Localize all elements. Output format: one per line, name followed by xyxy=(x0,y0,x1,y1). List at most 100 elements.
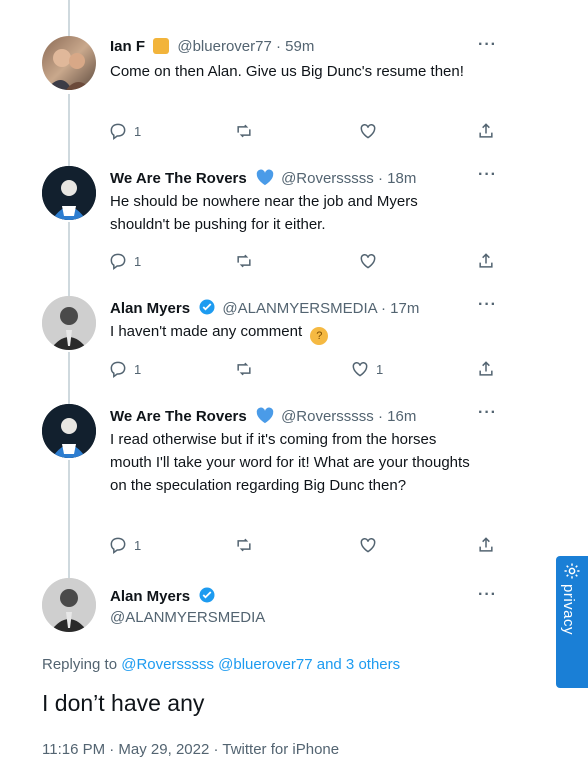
timestamp[interactable]: · 16m xyxy=(378,408,416,425)
rovers-crest-icon xyxy=(42,166,96,220)
tweet-actions: 1 xyxy=(108,120,498,142)
retweet-button[interactable] xyxy=(234,534,254,556)
more-icon[interactable]: ··· xyxy=(478,586,497,604)
timestamp[interactable]: · 17m xyxy=(381,300,419,317)
tweet-text-wrap: I haven't made any comment ? xyxy=(110,320,480,345)
avatar[interactable] xyxy=(42,404,96,458)
retweet-button[interactable] xyxy=(234,358,254,380)
display-name[interactable]: Alan Myers xyxy=(110,588,190,605)
handle[interactable]: @ALANMYERSMEDIA xyxy=(110,609,265,626)
handle[interactable]: @Roversssss xyxy=(281,170,374,187)
tweet-text: I read otherwise but if it's coming from… xyxy=(110,431,470,494)
replying-to-links[interactable]: @Roversssss @bluerover77 and 3 others xyxy=(121,656,400,673)
share-icon xyxy=(479,361,493,376)
tweet-header: We Are The Rovers @Roversssss · 16m xyxy=(110,406,416,425)
alan-myers-photo-icon xyxy=(42,296,96,350)
heart-icon xyxy=(352,361,368,377)
share-button[interactable] xyxy=(476,358,496,380)
main-tweet-text: I don’t have any xyxy=(42,690,205,716)
twitter-thread: Ian F @bluerover77 · 59m ··· Come on the… xyxy=(0,0,588,768)
rovers-crest-icon xyxy=(42,404,96,458)
tweet-header: We Are The Rovers @Roversssss · 18m xyxy=(110,168,416,187)
heart-icon xyxy=(360,253,376,269)
share-button[interactable] xyxy=(476,534,496,556)
share-button[interactable] xyxy=(476,120,496,142)
share-icon xyxy=(479,123,493,138)
emoji-badge-icon xyxy=(153,38,170,54)
like-button[interactable] xyxy=(358,120,378,142)
handle[interactable]: @Roversssss xyxy=(281,408,374,425)
tweet-actions: 1 xyxy=(108,250,498,272)
share-button[interactable] xyxy=(476,250,496,272)
reply-count: 1 xyxy=(134,123,142,139)
avatar-photo-icon xyxy=(46,49,92,90)
retweet-button[interactable] xyxy=(234,250,254,272)
thinking-face-icon: ? xyxy=(310,327,329,345)
avatar[interactable] xyxy=(42,36,96,90)
retweet-icon xyxy=(237,362,251,376)
handle[interactable]: @bluerover77 xyxy=(177,38,271,55)
share-icon xyxy=(479,537,493,552)
avatar[interactable] xyxy=(42,296,96,350)
gear-icon xyxy=(564,563,580,579)
handle[interactable]: @ALANMYERSMEDIA xyxy=(222,300,376,317)
privacy-button[interactable]: privacy xyxy=(556,556,588,688)
retweet-icon xyxy=(237,538,251,552)
avatar[interactable] xyxy=(42,578,96,632)
display-name[interactable]: We Are The Rovers xyxy=(110,170,247,187)
thread-line xyxy=(68,0,70,38)
tweet-text: He should be nowhere near the job and My… xyxy=(110,193,418,233)
share-icon xyxy=(479,253,493,268)
reply-icon xyxy=(110,253,126,270)
more-icon[interactable]: ··· xyxy=(478,404,497,422)
more-icon[interactable]: ··· xyxy=(478,36,497,54)
replying-to: Replying to @Roversssss @bluerover77 and… xyxy=(42,656,400,673)
reply-count: 1 xyxy=(134,253,142,269)
blue-heart-icon xyxy=(256,407,274,424)
reply-icon xyxy=(110,123,126,140)
like-count: 1 xyxy=(376,361,384,377)
heart-icon xyxy=(360,537,376,553)
timestamp[interactable]: · 18m xyxy=(378,170,416,187)
tweet-we-are-the-rovers[interactable]: We Are The Rovers @Roversssss · 16m ··· … xyxy=(0,404,520,564)
tweet-header: Ian F @bluerover77 · 59m xyxy=(110,38,314,55)
reply-button[interactable]: 1 xyxy=(108,250,141,272)
like-button[interactable]: 1 xyxy=(350,358,383,380)
tweet-meta[interactable]: 11:16 PM · May 29, 2022 · Twitter for iP… xyxy=(42,741,339,758)
tweet-ian-f[interactable]: Ian F @bluerover77 · 59m ··· Come on the… xyxy=(0,36,520,146)
reply-count: 1 xyxy=(134,361,142,377)
more-icon[interactable]: ··· xyxy=(478,296,497,314)
retweet-button[interactable] xyxy=(234,120,254,142)
display-name[interactable]: Alan Myers xyxy=(110,300,190,317)
tweet-text: Come on then Alan. Give us Big Dunc's re… xyxy=(110,63,464,80)
heart-icon xyxy=(360,123,376,139)
tweet-header: Alan Myers @ALANMYERSMEDIA · 17m xyxy=(110,298,419,317)
tweet-alan-myers[interactable]: Alan Myers @ALANMYERSMEDIA · 17m ··· I h… xyxy=(0,296,520,386)
tweet-we-are-the-rovers[interactable]: We Are The Rovers @Roversssss · 18m ··· … xyxy=(0,166,520,276)
reply-button[interactable]: 1 xyxy=(108,120,141,142)
reply-button[interactable]: 1 xyxy=(108,534,141,556)
reply-icon xyxy=(110,361,126,378)
reply-icon xyxy=(110,537,126,554)
replying-prefix: Replying to xyxy=(42,656,118,673)
privacy-label: privacy xyxy=(560,584,577,636)
blue-heart-icon xyxy=(256,169,274,186)
like-button[interactable] xyxy=(358,250,378,272)
tweet-header: Alan Myers xyxy=(110,586,216,605)
like-button[interactable] xyxy=(358,534,378,556)
verified-icon xyxy=(199,299,215,315)
retweet-icon xyxy=(237,124,251,138)
timestamp[interactable]: · 59m xyxy=(276,38,314,55)
reply-button[interactable]: 1 xyxy=(108,358,141,380)
alan-myers-photo-icon xyxy=(42,578,96,632)
more-icon[interactable]: ··· xyxy=(478,166,497,184)
tweet-text: I haven't made any comment xyxy=(110,323,303,340)
retweet-icon xyxy=(237,254,251,268)
display-name[interactable]: Ian F xyxy=(110,38,145,55)
tweet-actions: 1 xyxy=(108,534,498,556)
verified-icon xyxy=(199,587,215,603)
main-tweet[interactable]: Alan Myers @ALANMYERSMEDIA ··· Replying … xyxy=(0,578,520,768)
tweet-actions: 1 1 xyxy=(108,358,498,380)
avatar[interactable] xyxy=(42,166,96,220)
display-name[interactable]: We Are The Rovers xyxy=(110,408,247,425)
